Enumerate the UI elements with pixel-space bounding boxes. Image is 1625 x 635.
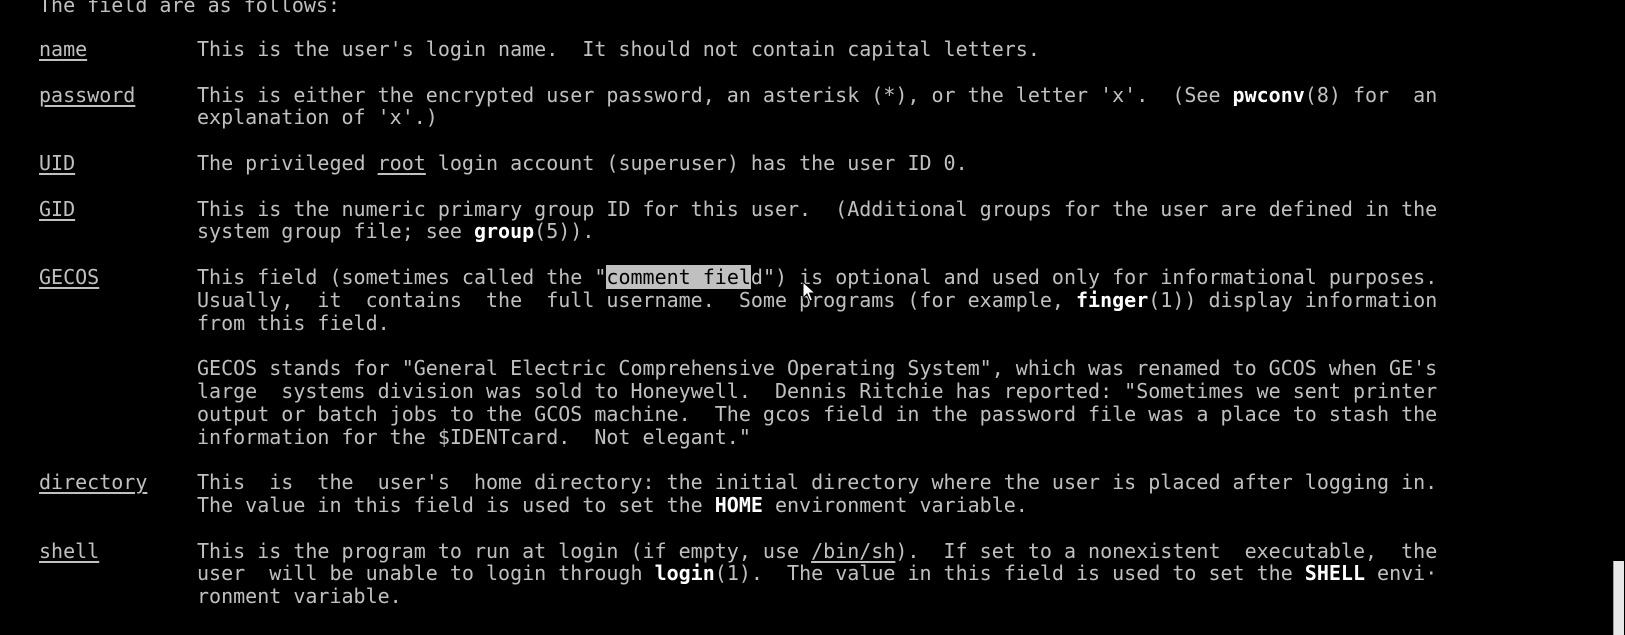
text-segment: ronment variable. (197, 584, 402, 609)
text-segment: envi· (1365, 561, 1438, 586)
text-segment: ). If set to a nonexistent executable, t… (895, 538, 1438, 563)
text-segment: This is the numeric primary group ID for… (197, 196, 1438, 221)
text-segment: GECOS stands for "General Electric Compr… (197, 356, 1438, 381)
command-reference: finger (1076, 287, 1149, 312)
field-description-line: information for the $IDENTcard. Not eleg… (197, 424, 1557, 449)
field-description-line: ronment variable. (197, 585, 1557, 608)
text-segment: This is either the encrypted user passwo… (197, 82, 1233, 107)
text-segment: This is the user's home directory: the i… (197, 470, 1438, 495)
section-intro: The field are as follows: (39, 0, 341, 17)
field-term-password: password (39, 82, 136, 107)
field-description-line: The privileged root login account (super… (197, 152, 1557, 175)
field-description-line: large systems division was sold to Honey… (197, 380, 1557, 403)
field-description-line: This is either the encrypted user passwo… (197, 82, 1557, 107)
text-segment: The privileged (197, 151, 378, 175)
field-description-line: from this field. (197, 310, 1557, 335)
text-segment: environment variable. (762, 493, 1028, 517)
text-segment: This is the user's login name. It should… (197, 37, 1040, 61)
text-segment: This field (sometimes called the " (197, 265, 607, 289)
path-reference: root (377, 151, 426, 175)
command-reference: SHELL (1304, 561, 1366, 586)
terminal-window[interactable]: The field are as follows: name This is th… (0, 0, 1612, 635)
text-segment: d") is optional and used only for inform… (750, 265, 1438, 289)
field-term-shell: shell (39, 538, 100, 563)
command-reference: group (473, 219, 535, 244)
path-reference: /bin/sh (811, 538, 896, 563)
text-segment: (8) for an (1304, 82, 1438, 107)
text-segment: The value in this field is used to set t… (197, 493, 715, 517)
field-description-line: user will be unable to login through log… (197, 562, 1557, 585)
scrollbar-thumb[interactable] (1613, 561, 1624, 635)
field-description-line: system group file; see group(5)). (197, 220, 1557, 243)
field-description-line: This is the program to run at login (if … (197, 538, 1557, 563)
field-description-line (197, 334, 1557, 357)
field-term-gecos: GECOS (39, 265, 100, 289)
field-description-line: The value in this field is used to set t… (197, 494, 1557, 517)
field-term-gid: GID (39, 196, 76, 221)
text-selection[interactable]: comment fiel (606, 265, 751, 289)
text-segment: (1)) display information (1148, 287, 1438, 312)
field-description-line: This is the numeric primary group ID for… (197, 196, 1557, 221)
field-description-line: output or batch jobs to the GCOS machine… (197, 401, 1557, 426)
field-description-line: This is the user's home directory: the i… (197, 471, 1557, 494)
text-segment: This is the program to run at login (if … (197, 538, 812, 563)
text-segment: output or batch jobs to the GCOS machine… (197, 401, 1438, 426)
text-segment: from this field. (197, 310, 390, 335)
text-segment: Usually, it contains the full username. … (197, 287, 1076, 312)
text-segment: (1). The value in this field is used to … (714, 561, 1305, 586)
text-segment: login account (superuser) has the user I… (425, 151, 968, 175)
field-term-name: name (39, 37, 88, 61)
text-segment: user will be unable to login through (197, 561, 655, 586)
field-term-uid: UID (39, 151, 76, 175)
command-reference: HOME (714, 493, 763, 517)
text-segment: information for the $IDENTcard. Not eleg… (197, 424, 751, 449)
mouse-pointer-icon (802, 281, 817, 302)
command-reference: pwconv (1232, 82, 1305, 107)
field-description-line: This is the user's login name. It should… (197, 38, 1557, 61)
field-description-line: GECOS stands for "General Electric Compr… (197, 357, 1557, 380)
text-segment: system group file; see (197, 219, 474, 244)
text-segment: large systems division was sold to Honey… (197, 379, 1438, 403)
text-segment: explanation of 'x'.) (197, 105, 438, 130)
field-description-line: This field (sometimes called the "commen… (197, 265, 1557, 289)
field-term-directory: directory (39, 470, 148, 495)
field-description-line: explanation of 'x'.) (197, 106, 1557, 129)
field-description-line: Usually, it contains the full username. … (197, 287, 1557, 312)
vertical-scrollbar[interactable] (1612, 0, 1625, 635)
command-reference: login (654, 561, 715, 586)
text-segment: (5)). (534, 219, 595, 244)
